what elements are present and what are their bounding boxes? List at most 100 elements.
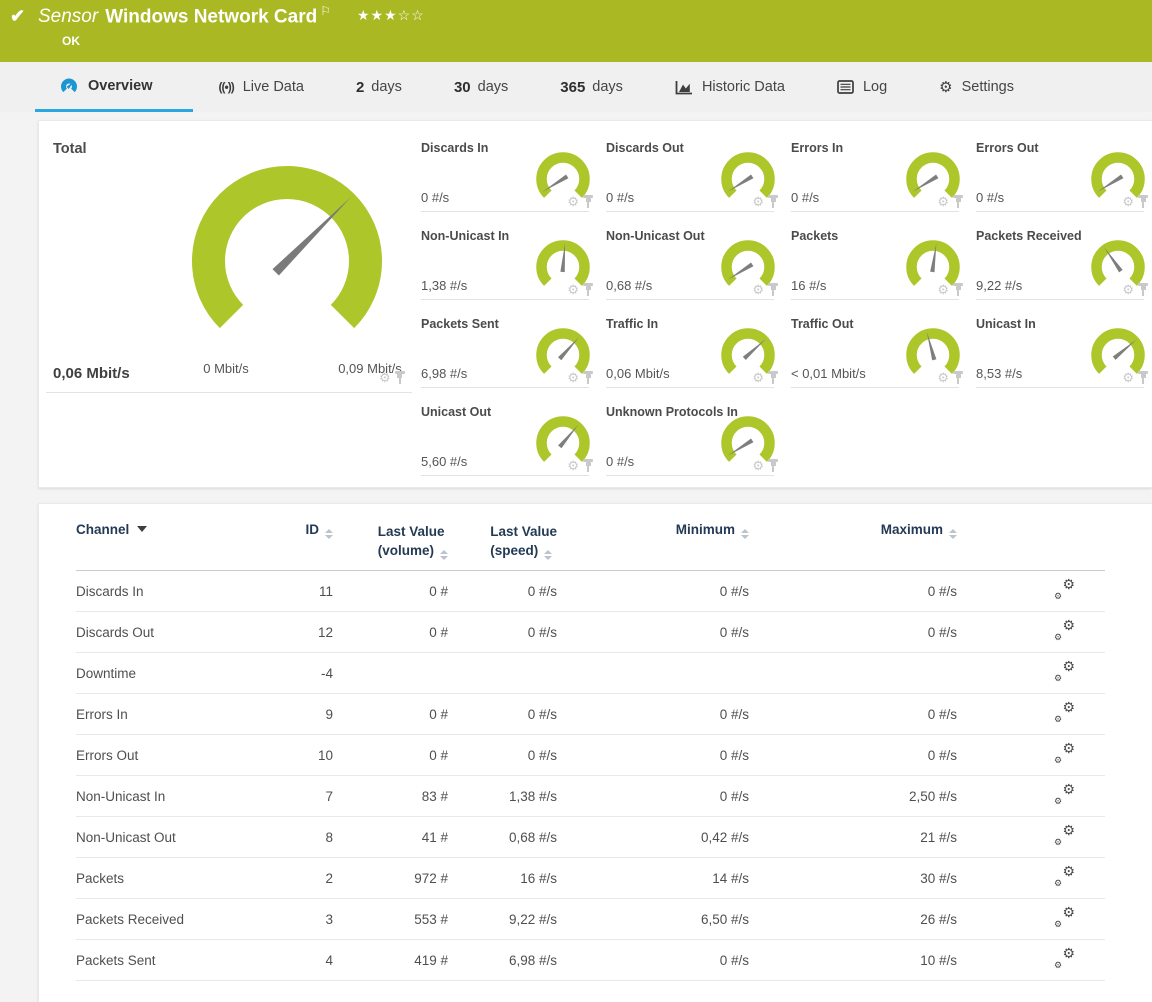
- divider: [976, 299, 1144, 300]
- channel-row-non-unicast-out[interactable]: Non-Unicast Out 8 41 # 0,68 #/s 0,42 #/s…: [76, 817, 1105, 858]
- divider: [791, 211, 959, 212]
- channel-name[interactable]: Discards Out: [76, 612, 276, 653]
- gauge-discards-in: Discards In 0 #/s ⚙: [421, 133, 589, 221]
- pin-icon[interactable]: [768, 195, 778, 208]
- tab-overview[interactable]: Overview: [35, 62, 193, 112]
- channel-id: 7: [276, 776, 333, 817]
- channel-row-errors-out[interactable]: Errors Out 10 0 # 0 #/s 0 #/s 0 #/s ⚙⚙: [76, 735, 1105, 776]
- channel-settings-gears-icon[interactable]: ⚙⚙: [1054, 909, 1075, 926]
- channel-settings-gears-icon[interactable]: ⚙⚙: [1054, 950, 1075, 967]
- gear-icon[interactable]: ⚙: [937, 283, 949, 296]
- col-header-minimum[interactable]: Minimum: [557, 504, 749, 571]
- pin-icon[interactable]: [583, 283, 593, 296]
- star-filled-icon[interactable]: ★: [371, 7, 385, 23]
- gear-icon[interactable]: ⚙: [752, 371, 764, 384]
- channel-row-non-unicast-in[interactable]: Non-Unicast In 7 83 # 1,38 #/s 0 #/s 2,5…: [76, 776, 1105, 817]
- pin-icon[interactable]: [583, 195, 593, 208]
- gear-icon[interactable]: ⚙: [937, 371, 949, 384]
- channel-minimum: 0,42 #/s: [557, 817, 749, 858]
- pin-icon[interactable]: [953, 195, 963, 208]
- channel-last-volume: 972 #: [333, 858, 448, 899]
- channel-minimum: [557, 653, 749, 694]
- tab-settings[interactable]: ⚙ Settings: [913, 62, 1040, 112]
- pin-icon[interactable]: [583, 371, 593, 384]
- pin-icon[interactable]: [768, 283, 778, 296]
- col-header-last-value-speed[interactable]: Last Value (speed): [448, 504, 557, 571]
- tab-bar: Overview ((•)) Live Data 2 days 30 days …: [0, 62, 1152, 112]
- channel-row-downtime[interactable]: Downtime -4 ⚙⚙: [76, 653, 1105, 694]
- tab-number: 365: [560, 79, 585, 96]
- gear-icon[interactable]: ⚙: [937, 195, 949, 208]
- pin-icon[interactable]: [1138, 371, 1148, 384]
- tab-30-days[interactable]: 30 days: [428, 62, 534, 112]
- channel-name[interactable]: Packets Sent: [76, 940, 276, 981]
- star-filled-icon[interactable]: ★: [384, 7, 398, 23]
- col-header-channel[interactable]: Channel: [76, 504, 276, 571]
- channel-name[interactable]: Packets: [76, 858, 276, 899]
- col-header-id[interactable]: ID: [276, 504, 333, 571]
- pin-icon[interactable]: [395, 371, 405, 384]
- gear-icon[interactable]: ⚙: [567, 195, 579, 208]
- channel-settings-gears-icon[interactable]: ⚙⚙: [1054, 581, 1075, 598]
- tab-2-days[interactable]: 2 days: [330, 62, 428, 112]
- tab-live-data[interactable]: ((•)) Live Data: [193, 62, 330, 112]
- channel-settings-gears-icon[interactable]: ⚙⚙: [1054, 868, 1075, 885]
- pin-icon[interactable]: [953, 283, 963, 296]
- channel-name[interactable]: Errors Out: [76, 735, 276, 776]
- divider: [976, 211, 1144, 212]
- col-header-maximum[interactable]: Maximum: [749, 504, 957, 571]
- channel-settings-gears-icon[interactable]: ⚙⚙: [1054, 827, 1075, 844]
- channel-row-packets-received[interactable]: Packets Received 3 553 # 9,22 #/s 6,50 #…: [76, 899, 1105, 940]
- channel-last-volume: 553 #: [333, 899, 448, 940]
- star-filled-icon[interactable]: ★: [357, 7, 371, 23]
- channel-name[interactable]: Non-Unicast Out: [76, 817, 276, 858]
- pin-icon[interactable]: [1138, 195, 1148, 208]
- pin-icon[interactable]: [953, 371, 963, 384]
- flag-icon[interactable]: ⚐: [320, 4, 331, 18]
- gear-icon[interactable]: ⚙: [752, 195, 764, 208]
- channel-minimum: 6,50 #/s: [557, 899, 749, 940]
- gauge-packets-received: Packets Received 9,22 #/s ⚙: [976, 221, 1144, 309]
- pin-icon[interactable]: [1138, 283, 1148, 296]
- channel-gauge-value: 0 #/s: [606, 454, 634, 469]
- channel-row-errors-in[interactable]: Errors In 9 0 # 0 #/s 0 #/s 0 #/s ⚙⚙: [76, 694, 1105, 735]
- channel-name[interactable]: Downtime: [76, 653, 276, 694]
- pin-icon[interactable]: [583, 459, 593, 472]
- star-empty-icon[interactable]: ☆: [411, 7, 425, 23]
- gear-icon[interactable]: ⚙: [379, 371, 391, 384]
- pin-icon[interactable]: [768, 371, 778, 384]
- channel-name[interactable]: Non-Unicast In: [76, 776, 276, 817]
- channel-row-discards-in[interactable]: Discards In 11 0 # 0 #/s 0 #/s 0 #/s ⚙⚙: [76, 571, 1105, 612]
- gear-icon[interactable]: ⚙: [567, 371, 579, 384]
- tab-historic-data[interactable]: Historic Data: [649, 62, 811, 112]
- channel-row-discards-out[interactable]: Discards Out 12 0 # 0 #/s 0 #/s 0 #/s ⚙⚙: [76, 612, 1105, 653]
- channel-settings-gears-icon[interactable]: ⚙⚙: [1054, 622, 1075, 639]
- channel-settings-gears-icon[interactable]: ⚙⚙: [1054, 786, 1075, 803]
- gauge-packets: Packets 16 #/s ⚙: [791, 221, 959, 309]
- channel-name[interactable]: Errors In: [76, 694, 276, 735]
- pin-icon[interactable]: [768, 459, 778, 472]
- channel-minimum: 14 #/s: [557, 858, 749, 899]
- channel-settings-gears-icon[interactable]: ⚙⚙: [1054, 663, 1075, 680]
- col-header-last-value-volume[interactable]: Last Value (volume): [333, 504, 448, 571]
- channel-row-packets-sent[interactable]: Packets Sent 4 419 # 6,98 #/s 0 #/s 10 #…: [76, 940, 1105, 981]
- channel-name[interactable]: Packets Received: [76, 899, 276, 940]
- channel-name[interactable]: Discards In: [76, 571, 276, 612]
- tab-log[interactable]: Log: [811, 62, 913, 112]
- gear-icon[interactable]: ⚙: [567, 283, 579, 296]
- gear-icon[interactable]: ⚙: [752, 459, 764, 472]
- sort-icon: [440, 550, 448, 560]
- tab-365-days[interactable]: 365 days: [534, 62, 649, 112]
- channel-last-speed: [448, 653, 557, 694]
- channel-settings-gears-icon[interactable]: ⚙⚙: [1054, 745, 1075, 762]
- channel-settings-gears-icon[interactable]: ⚙⚙: [1054, 704, 1075, 721]
- channel-row-packets[interactable]: Packets 2 972 # 16 #/s 14 #/s 30 #/s ⚙⚙: [76, 858, 1105, 899]
- gear-icon[interactable]: ⚙: [567, 459, 579, 472]
- gear-icon[interactable]: ⚙: [1122, 371, 1134, 384]
- gear-icon[interactable]: ⚙: [1122, 195, 1134, 208]
- gear-icon[interactable]: ⚙: [752, 283, 764, 296]
- channel-maximum: 10 #/s: [749, 940, 957, 981]
- priority-stars[interactable]: ★★★☆☆: [357, 7, 425, 23]
- star-empty-icon[interactable]: ☆: [398, 7, 412, 23]
- gear-icon[interactable]: ⚙: [1122, 283, 1134, 296]
